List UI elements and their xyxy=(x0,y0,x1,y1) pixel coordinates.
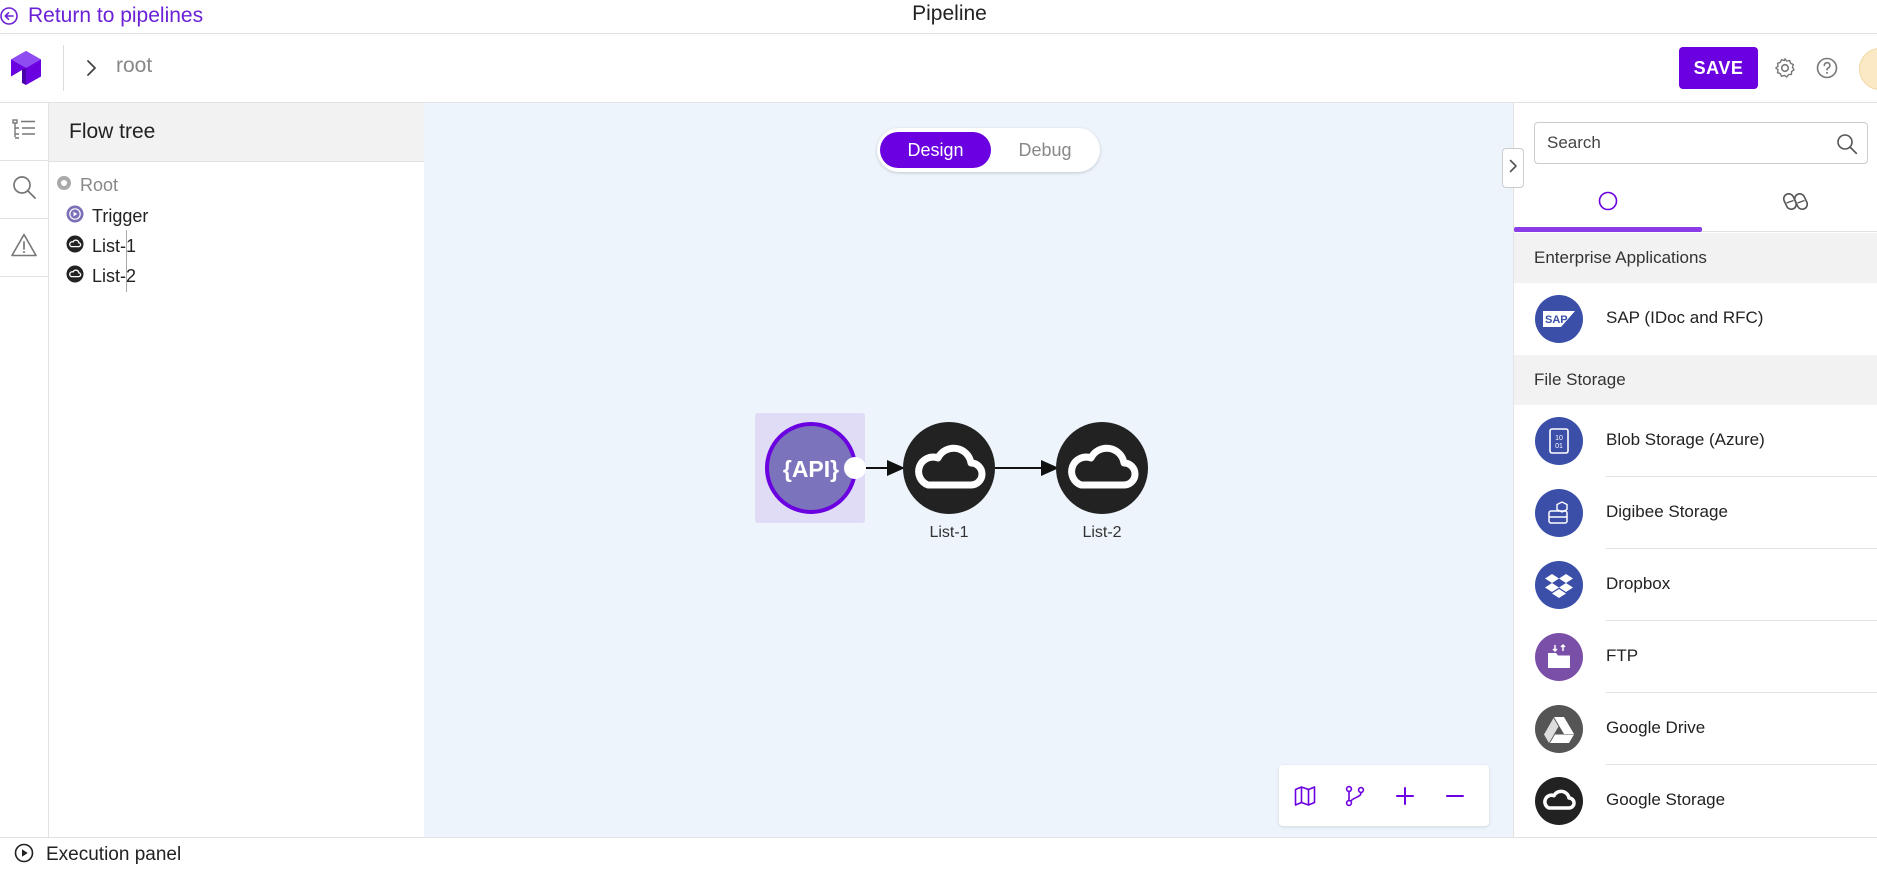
chevron-right-icon xyxy=(1507,158,1519,179)
rail-warnings-button[interactable] xyxy=(0,219,48,277)
svg-text:SAP: SAP xyxy=(1545,314,1568,326)
help-icon[interactable] xyxy=(1815,56,1839,85)
palette-item-label: SAP (IDoc and RFC) xyxy=(1606,308,1764,327)
canvas-controls xyxy=(1279,765,1489,826)
svg-text:01: 01 xyxy=(1555,443,1563,450)
circle-icon xyxy=(1597,190,1619,217)
dropbox-icon xyxy=(1535,561,1583,609)
tab-capsules[interactable] xyxy=(1702,175,1877,232)
branch-icon[interactable] xyxy=(1341,782,1369,810)
gear-icon[interactable] xyxy=(1773,56,1797,85)
palette-item-blob-storage[interactable]: 10 01 Blob Storage (Azure) xyxy=(1514,405,1877,477)
palette-item-dropbox[interactable]: Dropbox xyxy=(1514,549,1877,621)
warning-icon xyxy=(10,232,38,263)
zoom-out-icon[interactable] xyxy=(1441,782,1469,810)
list-1-node[interactable] xyxy=(903,422,995,514)
cloud-icon xyxy=(1535,777,1583,825)
cloud-icon xyxy=(66,265,84,288)
component-palette: Enterprise Applications SAP SAP (IDoc an… xyxy=(1513,103,1877,837)
save-button[interactable]: SAVE xyxy=(1679,47,1758,89)
blob-storage-icon: 10 01 xyxy=(1535,417,1583,465)
flow-tree-title: Flow tree xyxy=(49,103,424,162)
search-icon[interactable] xyxy=(1835,132,1859,161)
chevron-right-icon xyxy=(84,58,98,83)
flow-tree-panel: Flow tree Root Trigger List-1 List-2 xyxy=(49,103,424,837)
list-1-node-label: List-1 xyxy=(929,524,969,541)
palette-item-digibee-storage[interactable]: Digibee Storage xyxy=(1514,477,1877,549)
active-tab-indicator xyxy=(1514,227,1702,232)
palette-item-label: Blob Storage (Azure) xyxy=(1606,430,1765,449)
palette-item-label: Dropbox xyxy=(1606,574,1671,593)
logo-icon[interactable] xyxy=(8,49,44,92)
trigger-node-label: {API} xyxy=(783,456,839,482)
palette-search xyxy=(1534,122,1868,164)
tree-item-label: Trigger xyxy=(92,206,149,226)
header: root SAVE xyxy=(0,34,1877,103)
palette-item-label: Google Storage xyxy=(1606,790,1726,809)
flow-tree-icon xyxy=(11,117,37,146)
palette-item-label: Google Drive xyxy=(1606,718,1706,737)
rail-flow-tree-button[interactable] xyxy=(0,103,48,161)
sap-icon: SAP xyxy=(1535,295,1583,343)
svg-text:10: 10 xyxy=(1555,435,1563,442)
ftp-icon xyxy=(1535,633,1583,681)
palette-item-label: FTP xyxy=(1606,646,1639,665)
tree-item-root[interactable]: Root xyxy=(56,175,118,196)
collapse-panel-button[interactable] xyxy=(1502,148,1524,188)
google-drive-icon xyxy=(1535,705,1583,753)
header-divider xyxy=(63,45,64,91)
trigger-output-port[interactable] xyxy=(844,457,866,479)
section-file-storage: File Storage xyxy=(1514,355,1877,405)
pipeline-canvas[interactable]: Design Debug {API} List-1 List-2 xyxy=(424,103,1513,837)
avatar[interactable] xyxy=(1859,48,1877,90)
palette-item-google-drive[interactable]: Google Drive xyxy=(1514,693,1877,765)
tree-item-trigger[interactable]: Trigger xyxy=(66,205,148,228)
tree-item-label: List-2 xyxy=(92,266,137,286)
tab-components[interactable] xyxy=(1514,175,1702,232)
execution-panel-bar[interactable]: Execution panel xyxy=(0,837,1877,872)
play-circle-icon xyxy=(14,843,34,868)
section-enterprise-applications: Enterprise Applications xyxy=(1514,233,1877,283)
breadcrumb[interactable]: root xyxy=(116,54,152,78)
digibee-storage-icon xyxy=(1535,489,1583,537)
rail-search-button[interactable] xyxy=(0,161,48,219)
palette-item-label: Digibee Storage xyxy=(1606,502,1728,521)
palette-tabs xyxy=(1514,175,1877,232)
page-title: Pipeline xyxy=(912,2,987,25)
trigger-play-icon xyxy=(66,205,84,228)
palette-item-sap[interactable]: SAP SAP (IDoc and RFC) xyxy=(1514,283,1877,355)
left-rail xyxy=(0,103,49,837)
palette-item-ftp[interactable]: FTP xyxy=(1514,621,1877,693)
tree-item-list-2[interactable]: List-2 xyxy=(66,265,136,288)
tree-item-list-1[interactable]: List-1 xyxy=(66,235,136,258)
map-icon[interactable] xyxy=(1291,782,1319,810)
list-2-node-label: List-2 xyxy=(1082,524,1122,541)
capsules-icon xyxy=(1782,190,1810,217)
list-2-node[interactable] xyxy=(1056,422,1148,514)
zoom-in-icon[interactable] xyxy=(1391,782,1419,810)
palette-search-input[interactable] xyxy=(1547,123,1827,163)
cloud-icon xyxy=(66,235,84,258)
top-bar: Return to pipelines Pipeline xyxy=(0,0,1877,34)
execution-panel-label: Execution panel xyxy=(46,844,182,865)
root-dot-icon xyxy=(56,175,72,196)
flow-graph: {API} xyxy=(755,413,1148,523)
tree-item-label: List-1 xyxy=(92,236,137,256)
tree-item-label: Root xyxy=(80,175,119,195)
palette-item-google-storage[interactable]: Google Storage xyxy=(1514,765,1877,837)
search-icon xyxy=(11,174,37,205)
